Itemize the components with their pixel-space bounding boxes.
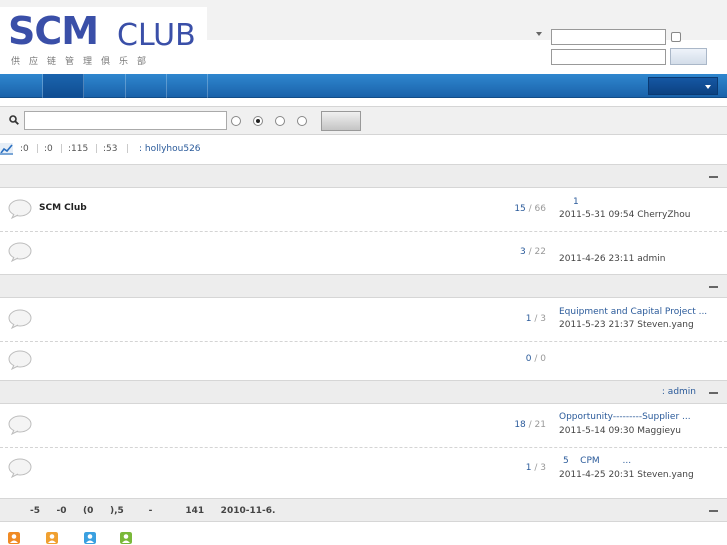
login-password-field[interactable] bbox=[551, 49, 666, 65]
online-stats-header: -5 -0 (0 ),5 - 141 2010-11-6. bbox=[0, 498, 727, 522]
search-button[interactable] bbox=[321, 111, 361, 131]
search-input[interactable] bbox=[24, 111, 227, 130]
last-post-meta: 2011-4-26 23:11 admin bbox=[559, 254, 666, 264]
forum-row: 3 / 22 2011-4-26 23:11 admin bbox=[0, 232, 727, 274]
search-scope-radio-3[interactable] bbox=[275, 116, 285, 126]
collapse-icon[interactable] bbox=[709, 176, 718, 178]
forum-bubble-icon bbox=[8, 350, 32, 370]
forum-title-link[interactable]: SCM Club bbox=[39, 203, 87, 213]
last-post-meta: 2011-5-23 21:37 Steven.yang bbox=[559, 320, 694, 330]
forum-row: 18 / 21 Opportunity---------Supplier ...… bbox=[0, 404, 727, 448]
post-count: 3 bbox=[540, 314, 546, 324]
search-scope-radio-2[interactable] bbox=[253, 116, 263, 126]
category-moderator[interactable]: : admin bbox=[662, 387, 696, 397]
chevron-down-icon bbox=[705, 85, 711, 89]
post-count: 66 bbox=[534, 204, 546, 214]
stat-yesterday: :0 bbox=[44, 144, 53, 154]
forum-bubble-icon bbox=[8, 415, 32, 435]
newest-member-link[interactable]: : hollyhou526 bbox=[139, 144, 201, 154]
moderator-user-icon bbox=[84, 532, 96, 544]
nav-item-3[interactable] bbox=[85, 74, 126, 98]
member-user-icon bbox=[120, 532, 132, 544]
stat-topics: :115 bbox=[68, 144, 89, 154]
topic-count: 18 bbox=[514, 420, 526, 430]
collapse-icon[interactable] bbox=[709, 392, 718, 394]
forum-counts: 18 / 21 bbox=[514, 420, 546, 430]
main-nav bbox=[0, 74, 727, 98]
search-scope-radio-1[interactable] bbox=[231, 116, 241, 126]
remember-me-checkbox[interactable] bbox=[671, 32, 681, 42]
post-count: 21 bbox=[534, 420, 546, 430]
stat-members: :53 bbox=[103, 144, 118, 154]
supermod-user-icon bbox=[46, 532, 58, 544]
topic-count: 1 bbox=[525, 314, 532, 324]
category-header bbox=[0, 274, 727, 298]
category-header bbox=[0, 164, 727, 188]
login-username-field[interactable] bbox=[551, 29, 666, 45]
search-icon bbox=[9, 115, 19, 125]
logo-text-club: CLUB bbox=[117, 18, 196, 53]
stat-divider: | bbox=[95, 144, 99, 154]
forum-counts: 0 / 0 bbox=[525, 354, 546, 364]
post-count: 22 bbox=[534, 247, 546, 257]
topic-count: 0 bbox=[525, 354, 532, 364]
last-post-link[interactable]: Equipment and Capital Project ... bbox=[559, 307, 707, 317]
post-count: 0 bbox=[540, 354, 546, 364]
forum-counts: 1 / 3 bbox=[525, 463, 546, 473]
forum-row: 0 / 0 bbox=[0, 342, 727, 380]
stats-chart-icon bbox=[0, 143, 13, 155]
search-scope-radio-4[interactable] bbox=[297, 116, 307, 126]
category-header: : admin bbox=[0, 380, 727, 404]
login-button[interactable] bbox=[670, 48, 707, 65]
forum-row: 1 / 3 Equipment and Capital Project ... … bbox=[0, 298, 727, 342]
nav-item-4[interactable] bbox=[126, 74, 167, 98]
last-post-link[interactable]: 5 CPM ... bbox=[563, 456, 631, 466]
forum-counts: 15 / 66 bbox=[514, 204, 546, 214]
nav-item-5[interactable] bbox=[167, 74, 208, 98]
logo-tagline: 供应链管理俱乐部 bbox=[11, 57, 156, 67]
stat-divider: | bbox=[60, 144, 64, 154]
forum-counts: 1 / 3 bbox=[525, 314, 546, 324]
last-post-meta: 2011-5-31 09:54 CherryZhou bbox=[559, 210, 691, 220]
nav-dropdown-button[interactable] bbox=[648, 77, 718, 95]
forum-row: SCM Club 15 / 66 1 2011-5-31 09:54 Cherr… bbox=[0, 188, 727, 232]
nav-item-1[interactable] bbox=[2, 74, 43, 98]
login-type-caret-icon[interactable] bbox=[536, 32, 542, 36]
last-post-link[interactable]: Opportunity---------Supplier ... bbox=[559, 412, 691, 422]
topic-count: 3 bbox=[520, 247, 526, 257]
collapse-icon[interactable] bbox=[709, 510, 718, 512]
stat-divider: | bbox=[36, 144, 40, 154]
forum-row: 1 / 3 5 CPM ... 2011-4-25 20:31 Steven.y… bbox=[0, 448, 727, 490]
site-header: SCM CLUB 供应链管理俱乐部 bbox=[0, 0, 727, 74]
topic-count: 1 bbox=[525, 463, 532, 473]
last-post-meta: 2011-4-25 20:31 Steven.yang bbox=[559, 470, 694, 480]
site-stats: :0 | :0 | :115 | :53 | : hollyhou526 bbox=[0, 141, 727, 157]
stat-divider: | bbox=[126, 144, 130, 154]
topic-count: 15 bbox=[514, 204, 526, 214]
site-logo[interactable]: SCM CLUB 供应链管理俱乐部 bbox=[0, 7, 207, 69]
forum-bubble-icon bbox=[8, 242, 32, 262]
stat-today: :0 bbox=[20, 144, 29, 154]
logo-text-scm: SCM bbox=[8, 9, 99, 53]
admin-user-icon bbox=[8, 532, 20, 544]
search-bar bbox=[0, 106, 727, 135]
forum-bubble-icon bbox=[8, 199, 32, 219]
last-post-link[interactable]: 1 bbox=[573, 197, 579, 207]
nav-item-home[interactable] bbox=[43, 74, 84, 98]
forum-bubble-icon bbox=[8, 309, 32, 329]
forum-counts: 3 / 22 bbox=[520, 247, 546, 257]
last-post-meta: 2011-5-14 09:30 Maggieyu bbox=[559, 426, 682, 436]
post-count: 3 bbox=[540, 463, 546, 473]
collapse-icon[interactable] bbox=[709, 286, 718, 288]
forum-bubble-icon bbox=[8, 458, 32, 478]
online-stats-text: -5 -0 (0 ),5 - 141 2010-11-6. bbox=[30, 506, 276, 516]
